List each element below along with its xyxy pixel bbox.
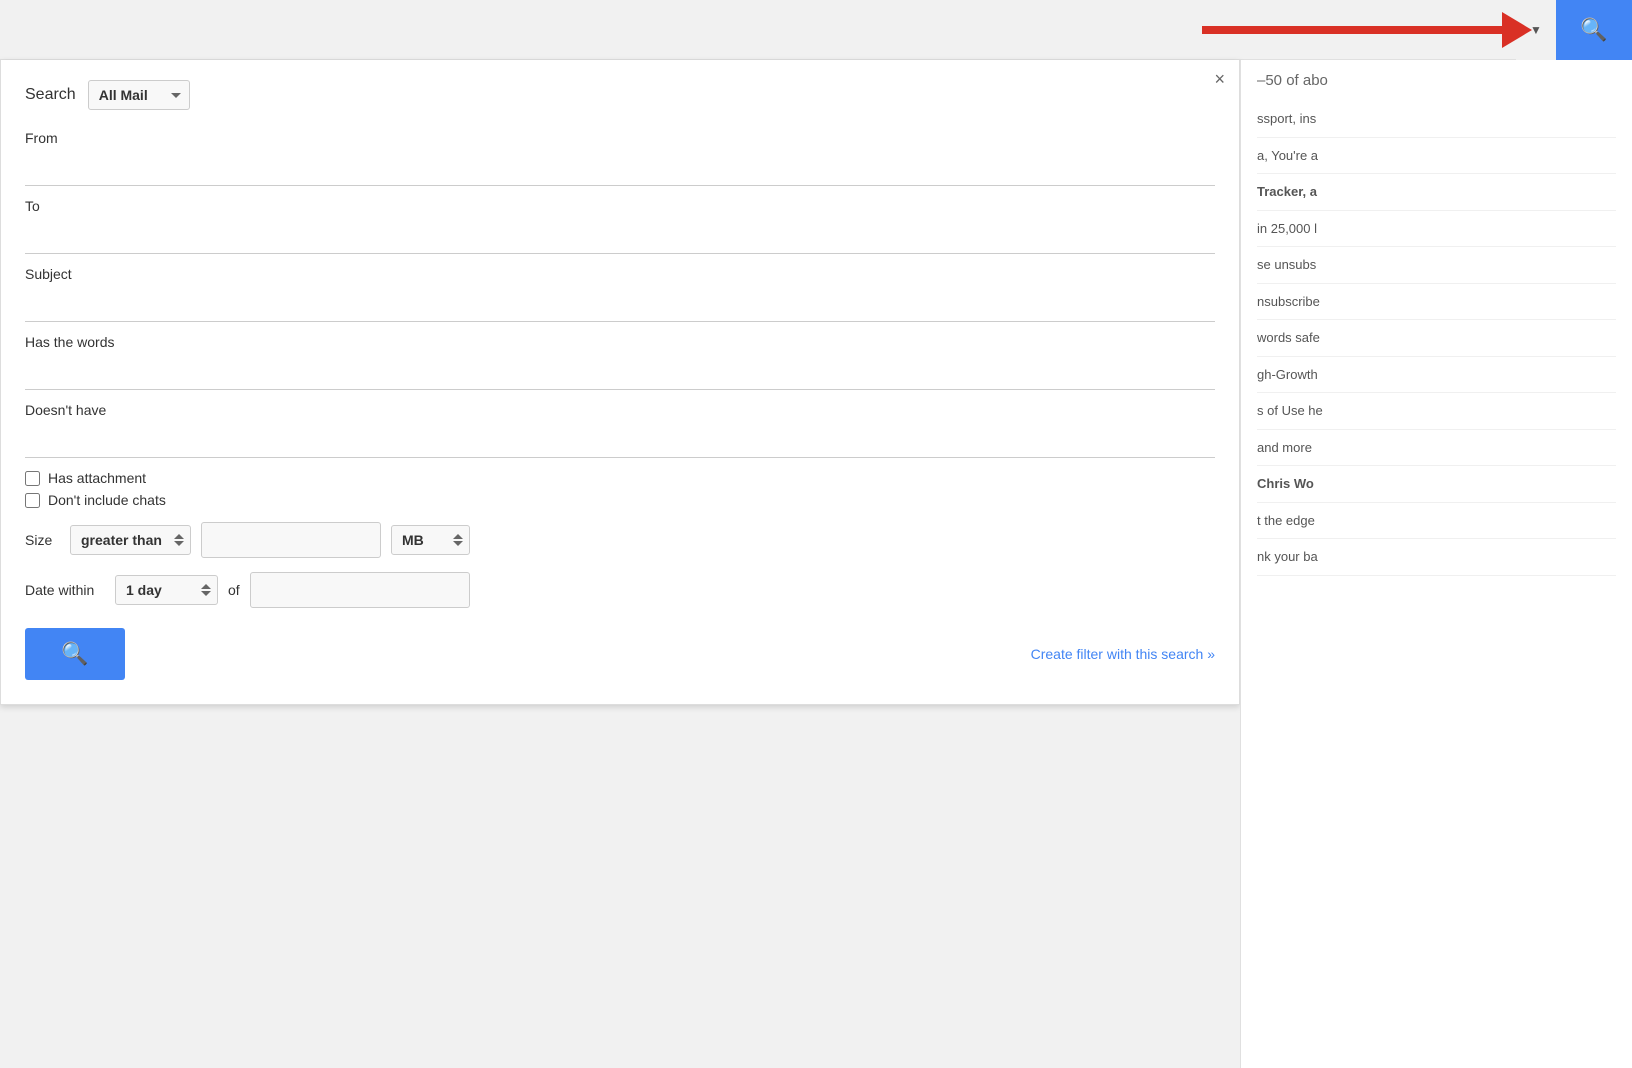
top-search-button[interactable]: 🔍 <box>1556 0 1632 60</box>
email-list-panel: –50 of abo ssport, ins a, You're a Track… <box>1240 60 1632 1068</box>
close-button[interactable]: × <box>1214 70 1225 88</box>
list-item[interactable]: ssport, ins <box>1257 101 1616 138</box>
subject-input[interactable] <box>25 286 1215 322</box>
arrow-head <box>1502 12 1532 48</box>
list-item[interactable]: nk your ba <box>1257 539 1616 576</box>
size-number-input[interactable] <box>201 522 381 558</box>
bottom-row: 🔍 Create filter with this search » <box>25 628 1215 680</box>
size-row: Size greater than less than MB KB Bytes <box>25 522 1215 558</box>
arrow-line <box>1202 26 1502 34</box>
from-input[interactable] <box>25 150 1215 186</box>
date-within-row: Date within 1 day 3 days 1 week 2 weeks … <box>25 572 1215 608</box>
of-label: of <box>228 582 240 598</box>
from-row: From <box>25 130 1215 186</box>
doesnt-have-input[interactable] <box>25 422 1215 458</box>
list-item[interactable]: s of Use he <box>1257 393 1616 430</box>
to-row: To <box>25 198 1215 254</box>
list-item[interactable]: in 25,000 l <box>1257 211 1616 248</box>
create-filter-link[interactable]: Create filter with this search » <box>1031 646 1215 662</box>
dont-include-chats-checkbox[interactable] <box>25 493 40 508</box>
has-attachment-label: Has attachment <box>48 470 146 486</box>
has-words-row: Has the words <box>25 334 1215 390</box>
email-count: –50 of abo <box>1257 72 1616 89</box>
doesnt-have-label: Doesn't have <box>25 402 1215 418</box>
doesnt-have-row: Doesn't have <box>25 402 1215 458</box>
size-comparison-select[interactable]: greater than less than <box>70 525 191 555</box>
has-attachment-checkbox[interactable] <box>25 471 40 486</box>
to-label: To <box>25 198 1215 214</box>
search-icon: 🔍 <box>61 641 88 667</box>
arrow-container <box>0 0 1542 60</box>
size-label: Size <box>25 532 60 548</box>
list-item[interactable]: and more <box>1257 430 1616 467</box>
subject-row: Subject <box>25 266 1215 322</box>
from-label: From <box>25 130 1215 146</box>
dont-include-chats-label: Don't include chats <box>48 492 166 508</box>
date-period-select[interactable]: 1 day 3 days 1 week 2 weeks 1 month 2 mo… <box>115 575 218 605</box>
search-panel: × Search All Mail Inbox Starred Sent Mai… <box>0 60 1240 705</box>
search-submit-button[interactable]: 🔍 <box>25 628 125 680</box>
top-bar: 🔍 <box>0 0 1632 60</box>
red-arrow <box>1202 12 1532 48</box>
mail-scope-select[interactable]: All Mail Inbox Starred Sent Mail Drafts … <box>88 80 190 110</box>
date-of-input[interactable] <box>250 572 470 608</box>
dont-include-chats-checkbox-label[interactable]: Don't include chats <box>25 492 1215 508</box>
list-item[interactable]: Chris Wo <box>1257 466 1616 503</box>
search-header: Search All Mail Inbox Starred Sent Mail … <box>25 80 1215 110</box>
list-item[interactable]: se unsubs <box>1257 247 1616 284</box>
subject-label: Subject <box>25 266 1215 282</box>
has-words-input[interactable] <box>25 354 1215 390</box>
has-words-label: Has the words <box>25 334 1215 350</box>
list-item[interactable]: Tracker, a <box>1257 174 1616 211</box>
list-item[interactable]: t the edge <box>1257 503 1616 540</box>
has-attachment-checkbox-label[interactable]: Has attachment <box>25 470 1215 486</box>
date-within-label: Date within <box>25 582 105 598</box>
to-input[interactable] <box>25 218 1215 254</box>
search-icon: 🔍 <box>1580 17 1607 43</box>
size-unit-select[interactable]: MB KB Bytes <box>391 525 470 555</box>
list-item[interactable]: a, You're a <box>1257 138 1616 175</box>
list-item[interactable]: nsubscribe <box>1257 284 1616 321</box>
search-panel-title: Search <box>25 86 76 104</box>
list-item[interactable]: gh-Growth <box>1257 357 1616 394</box>
checkboxes-section: Has attachment Don't include chats <box>25 470 1215 508</box>
list-item[interactable]: words safe <box>1257 320 1616 357</box>
